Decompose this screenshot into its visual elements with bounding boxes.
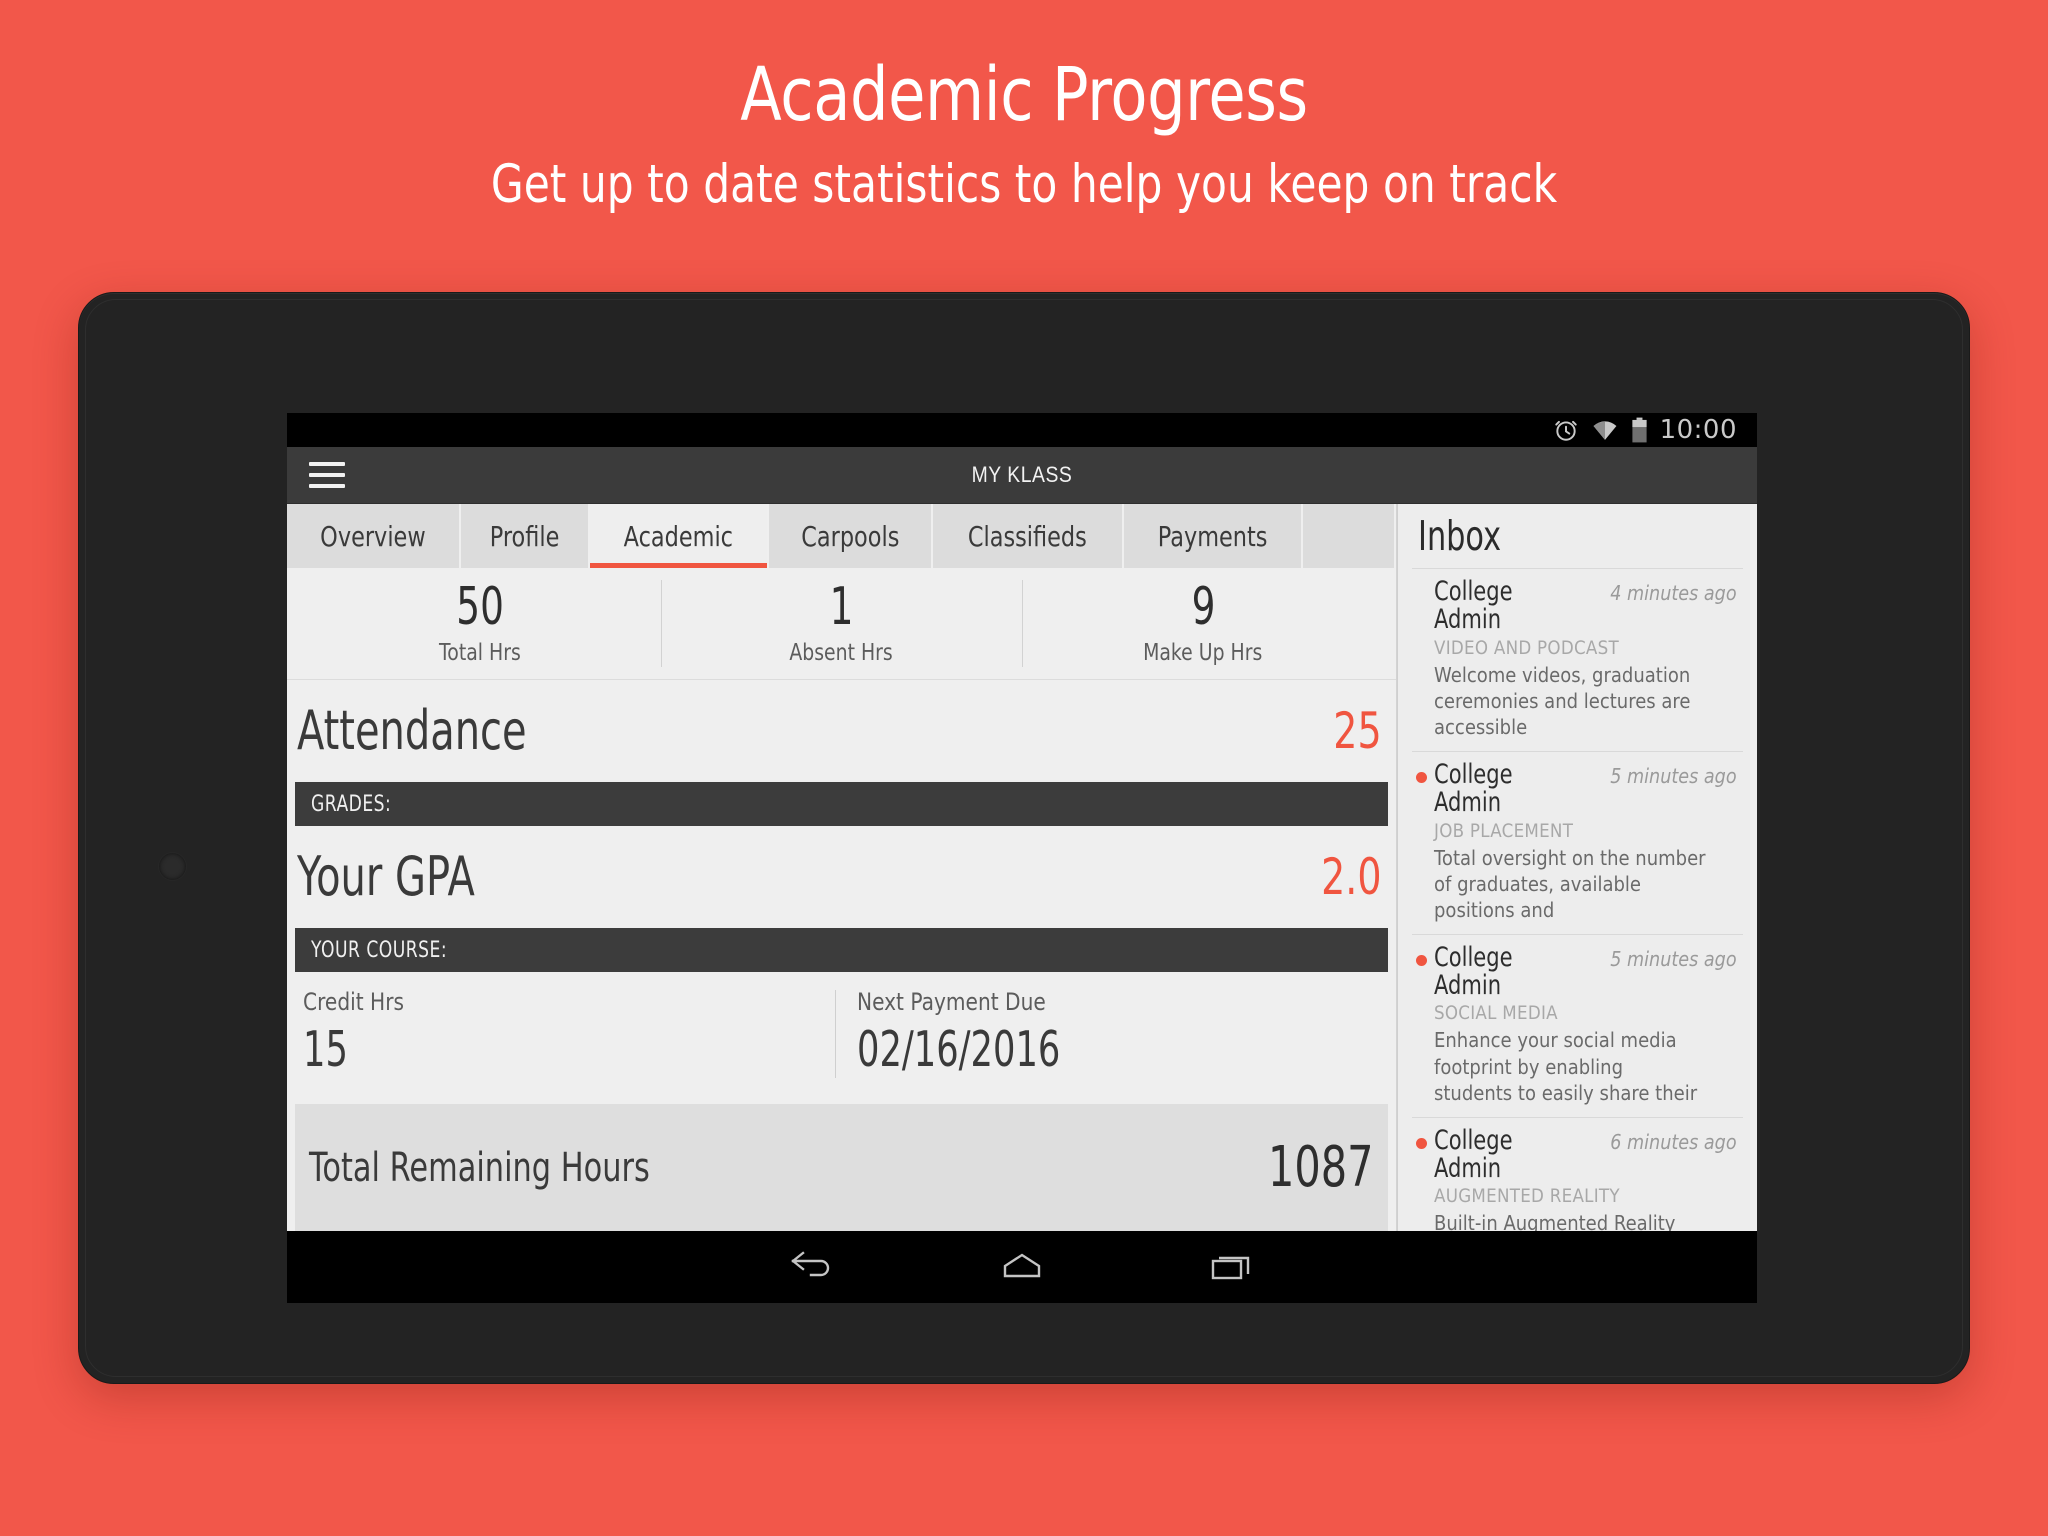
stat-value: 9	[1191, 577, 1216, 637]
hamburger-menu-icon[interactable]	[309, 462, 345, 488]
message-preview: Welcome videos, graduation ceremonies an…	[1434, 662, 1691, 740]
tab-label: Carpools	[800, 519, 899, 553]
promo-header: Academic Progress Get up to date statist…	[0, 0, 2048, 211]
hamburger-line	[309, 462, 345, 466]
battery-icon	[1631, 417, 1648, 443]
status-bar-clock: 10:00	[1659, 415, 1737, 445]
stat-absent-hrs: 1 Absent Hrs	[660, 568, 1023, 679]
course-info-row: Credit Hrs 15 Next Payment Due 02/16/201…	[287, 972, 1396, 1094]
message-timestamp: 4 minutes ago	[1610, 581, 1737, 605]
list-item[interactable]: College Admin 5 minutes ago SOCIAL MEDIA…	[1412, 933, 1743, 1117]
back-icon[interactable]	[777, 1243, 847, 1291]
tab-payments[interactable]: Payments	[1124, 504, 1304, 568]
tab-label: Payments	[1157, 519, 1268, 553]
gpa-label: Your GPA	[297, 845, 475, 908]
list-item[interactable]: College Admin 4 minutes ago VIDEO AND PO…	[1412, 568, 1743, 751]
tab-label: Academic	[623, 519, 733, 553]
next-payment-due-field: Next Payment Due 02/16/2016	[834, 988, 1389, 1086]
total-remaining-hours-label: Total Remaining Hours	[309, 1144, 650, 1191]
message-category: SOCIAL MEDIA	[1434, 1002, 1558, 1025]
message-header: College Admin 6 minutes ago	[1434, 1124, 1737, 1184]
tab-academic[interactable]: Academic	[589, 504, 769, 568]
message-preview: Total oversight on the number of graduat…	[1434, 845, 1706, 923]
attendance-label: Attendance	[297, 699, 527, 762]
message-sender: College Admin	[1434, 1124, 1513, 1184]
android-status-bar: 10:00	[287, 413, 1757, 447]
total-remaining-hours-row: Total Remaining Hours 1087	[295, 1104, 1388, 1231]
promo-subtitle: Get up to date statistics to help you ke…	[490, 154, 1558, 215]
tab-label: Profile	[489, 519, 560, 553]
recents-icon[interactable]	[1197, 1243, 1267, 1291]
screen-content: Overview Profile Academic Carpools Class…	[287, 504, 1757, 1231]
academic-pane: Overview Profile Academic Carpools Class…	[287, 504, 1397, 1231]
credit-hrs-field: Credit Hrs 15	[297, 988, 835, 1086]
course-section-label: YOUR COURSE:	[311, 937, 448, 963]
app-title: MY KLASS	[971, 462, 1073, 487]
home-icon[interactable]	[987, 1243, 1057, 1291]
stat-label: Absent Hrs	[789, 640, 894, 666]
hamburger-line	[309, 473, 345, 477]
message-header: College Admin 4 minutes ago	[1434, 576, 1737, 636]
stat-value: 50	[456, 577, 504, 637]
gpa-row: Your GPA 2.0	[287, 826, 1396, 928]
message-timestamp: 5 minutes ago	[1610, 946, 1737, 971]
message-category: VIDEO AND PODCAST	[1434, 636, 1619, 659]
stat-total-hrs: 50 Total Hrs	[299, 568, 661, 679]
course-section-header: YOUR COURSE:	[295, 928, 1388, 972]
stat-value: 1	[829, 577, 854, 637]
tab-classifieds[interactable]: Classifieds	[933, 504, 1124, 568]
message-category: AUGMENTED REALITY	[1434, 1185, 1620, 1208]
stat-makeup-hrs: 9 Make Up Hrs	[1022, 568, 1384, 679]
tab-label: Overview	[320, 519, 426, 553]
credit-hrs-value: 15	[303, 1021, 348, 1078]
tablet-device: 10:00 MY KLASS Overview Profile Academic…	[78, 292, 1970, 1384]
stat-label: Total Hrs	[438, 640, 521, 666]
app-action-bar: MY KLASS	[287, 447, 1757, 504]
inbox-title: Inbox	[1398, 504, 1757, 568]
unread-dot-icon	[1416, 771, 1427, 783]
wifi-icon	[1591, 417, 1619, 443]
tab-overview[interactable]: Overview	[287, 504, 461, 568]
tab-bar-filler	[1303, 504, 1396, 568]
message-sender: College Admin	[1434, 758, 1513, 819]
unread-dot-icon	[1416, 1137, 1427, 1149]
alarm-icon	[1553, 417, 1579, 443]
list-item[interactable]: College Admin 6 minutes ago AUGMENTED RE…	[1412, 1116, 1743, 1231]
message-timestamp: 6 minutes ago	[1610, 1129, 1737, 1154]
tab-profile[interactable]: Profile	[461, 504, 590, 568]
total-remaining-hours-value: 1087	[1268, 1134, 1374, 1200]
inbox-message-list[interactable]: College Admin 4 minutes ago VIDEO AND PO…	[1398, 568, 1757, 1231]
hours-summary-row: 50 Total Hrs 1 Absent Hrs 9 Make Up Hrs	[287, 568, 1396, 680]
credit-hrs-label: Credit Hrs	[303, 988, 404, 1016]
tab-label: Classifieds	[968, 519, 1087, 553]
inbox-pane: Inbox College Admin 4 minutes ago VIDEO …	[1397, 504, 1757, 1231]
grades-section-label: GRADES:	[311, 791, 392, 817]
next-payment-due-label: Next Payment Due	[856, 988, 1046, 1016]
hamburger-line	[309, 484, 345, 488]
gpa-value: 2.0	[1321, 848, 1382, 906]
message-header: College Admin 5 minutes ago	[1434, 941, 1737, 1002]
unread-dot-icon	[1416, 954, 1427, 966]
attendance-row: Attendance 25	[287, 680, 1396, 782]
next-payment-due-value: 02/16/2016	[856, 1021, 1060, 1078]
message-preview: Built-in Augmented Reality feature puts …	[1434, 1211, 1676, 1231]
inbox-title-label: Inbox	[1418, 511, 1502, 560]
message-sender: College Admin	[1434, 941, 1513, 1002]
tablet-screen: 10:00 MY KLASS Overview Profile Academic…	[287, 413, 1757, 1303]
message-sender: College Admin	[1434, 576, 1513, 636]
attendance-value: 25	[1333, 702, 1382, 760]
stat-label: Make Up Hrs	[1143, 640, 1263, 666]
promo-title: Academic Progress	[740, 52, 1308, 138]
message-timestamp: 5 minutes ago	[1610, 763, 1737, 788]
message-header: College Admin 5 minutes ago	[1434, 758, 1737, 819]
tab-bar: Overview Profile Academic Carpools Class…	[287, 504, 1396, 568]
grades-section-header: GRADES:	[295, 782, 1388, 826]
tab-carpools[interactable]: Carpools	[769, 504, 934, 568]
list-item[interactable]: College Admin 5 minutes ago JOB PLACEMEN…	[1412, 750, 1743, 934]
front-camera-icon	[159, 853, 186, 880]
android-nav-bar	[287, 1231, 1757, 1303]
message-category: JOB PLACEMENT	[1434, 819, 1574, 842]
message-preview: Enhance your social media footprint by e…	[1434, 1028, 1698, 1106]
